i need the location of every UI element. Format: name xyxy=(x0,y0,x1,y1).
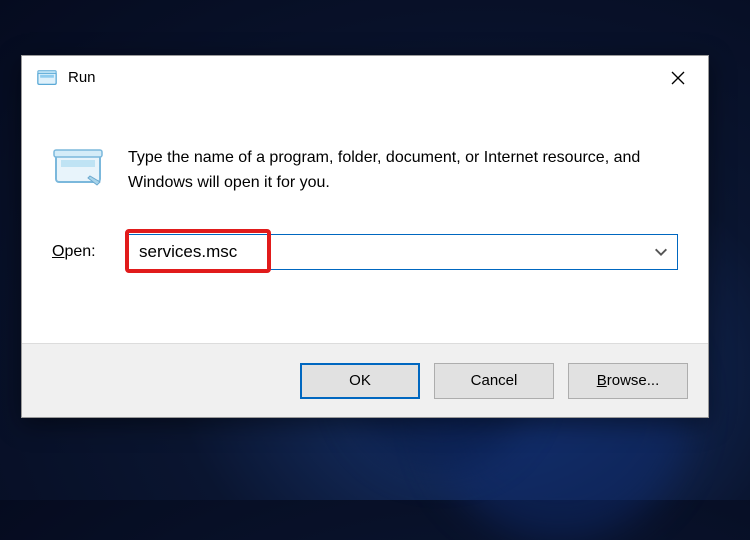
close-icon xyxy=(671,71,685,85)
close-button[interactable] xyxy=(658,62,698,94)
ok-button[interactable]: OK xyxy=(300,363,420,399)
open-input[interactable] xyxy=(129,235,677,269)
browse-button[interactable]: Browse... xyxy=(568,363,688,399)
dialog-content: Type the name of a program, folder, docu… xyxy=(22,100,708,270)
run-dialog: Run Type the name of a program, folder, … xyxy=(21,55,709,418)
run-graphic-icon xyxy=(52,144,106,190)
dialog-button-row: OK Cancel Browse... xyxy=(22,343,708,417)
dialog-description: Type the name of a program, folder, docu… xyxy=(128,144,678,196)
cancel-button[interactable]: Cancel xyxy=(434,363,554,399)
chevron-down-icon[interactable] xyxy=(653,244,669,260)
open-label: Open: xyxy=(52,243,110,261)
window-title: Run xyxy=(68,69,658,86)
titlebar[interactable]: Run xyxy=(22,56,708,100)
open-combobox[interactable] xyxy=(128,234,678,270)
run-app-icon xyxy=(36,67,58,89)
